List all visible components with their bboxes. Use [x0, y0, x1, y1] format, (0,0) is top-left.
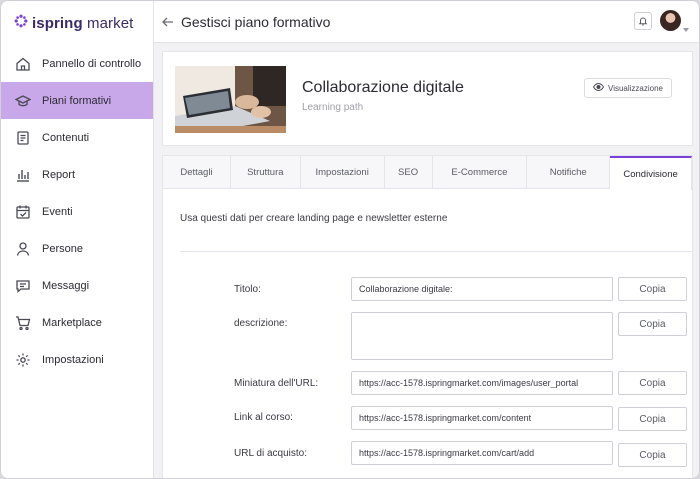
sidebar-item-piani-formativi[interactable]: Piani formativi: [1, 82, 153, 119]
sidebar-item-label: Contenuti: [42, 131, 90, 144]
ispring-logo-icon: [14, 14, 28, 33]
course-thumbnail: [175, 66, 286, 133]
copy-purchase-url-button[interactable]: Copia: [618, 443, 687, 467]
calendar-check-icon: [15, 204, 31, 220]
page-title: Gestisci piano formativo: [181, 13, 331, 30]
user-avatar[interactable]: [660, 10, 681, 31]
course-card: Collaborazione digitale Learning path Vi…: [162, 51, 693, 146]
course-link-label: Link al corso:: [234, 412, 293, 423]
copy-title-button[interactable]: Copia: [618, 277, 687, 301]
description-field[interactable]: [351, 312, 613, 360]
tab-condivisione[interactable]: Condivisione: [610, 156, 692, 190]
sidebar-item-label: Marketplace: [42, 316, 102, 329]
preview-button[interactable]: Visualizzazione: [584, 78, 672, 98]
sidebar-item-eventi[interactable]: Eventi: [1, 193, 153, 230]
course-link-field[interactable]: [351, 406, 613, 430]
purchase-url-label: URL di acquisto:: [234, 448, 307, 459]
sidebar-item-label: Messaggi: [42, 279, 90, 292]
back-arrow-icon[interactable]: [161, 15, 175, 29]
title-field[interactable]: [351, 277, 613, 301]
sidebar-item-pannello-di-controllo[interactable]: Pannello di controllo: [1, 45, 153, 82]
course-title: Collaborazione digitale: [302, 79, 464, 96]
cart-icon: [15, 315, 31, 331]
purchase-url-field[interactable]: [351, 441, 613, 465]
copy-course-link-button[interactable]: Copia: [618, 407, 687, 431]
copy-thumbnail-url-button[interactable]: Copia: [618, 371, 687, 395]
gear-icon: [15, 352, 31, 368]
document-icon: [15, 130, 31, 146]
chevron-down-icon[interactable]: [683, 19, 689, 32]
sidebar-item-label: Persone: [42, 242, 83, 255]
sidebar-item-label: Pannello di controllo: [42, 57, 142, 70]
sharing-intro-text: Usa questi dati per creare landing page …: [180, 213, 448, 224]
logo[interactable]: ispring market: [14, 13, 133, 33]
sidebar-item-marketplace[interactable]: Marketplace: [1, 304, 153, 341]
sidebar-item-messaggi[interactable]: Messaggi: [1, 267, 153, 304]
app-window: ispring market Pannello di controllo Pia…: [0, 0, 700, 479]
tab-notifiche[interactable]: Notifiche: [527, 156, 611, 189]
copy-description-button[interactable]: Copia: [618, 312, 687, 336]
tab-dettagli[interactable]: Dettagli: [163, 156, 231, 189]
eye-icon: [592, 82, 605, 93]
sidebar-item-contenuti[interactable]: Contenuti: [1, 119, 153, 156]
thumbnail-url-label: Miniatura dell'URL:: [234, 378, 319, 389]
title-label: Titolo:: [234, 284, 261, 295]
sidebar-nav: Pannello di controllo Piani formativi Co…: [1, 45, 153, 378]
tab-struttura[interactable]: Struttura: [231, 156, 301, 189]
top-header: Gestisci piano formativo: [154, 1, 699, 43]
sidebar-item-label: Impostazioni: [42, 353, 104, 366]
logo-text: ispring market: [32, 14, 134, 32]
tab-e-commerce[interactable]: E-Commerce: [433, 156, 528, 189]
notifications-bell-icon[interactable]: [634, 12, 652, 30]
course-type: Learning path: [302, 102, 364, 113]
sidebar-item-impostazioni[interactable]: Impostazioni: [1, 341, 153, 378]
home-icon: [15, 56, 31, 72]
graduation-cap-icon: [15, 93, 31, 109]
bar-chart-icon: [15, 167, 31, 183]
description-label: descrizione:: [234, 318, 288, 329]
tab-seo[interactable]: SEO: [385, 156, 433, 189]
sharing-panel: Dettagli Struttura Impostazioni SEO E-Co…: [162, 155, 693, 478]
thumbnail-url-field[interactable]: [351, 371, 613, 395]
sidebar-item-persone[interactable]: Persone: [1, 230, 153, 267]
sidebar-item-label: Piani formativi: [42, 94, 112, 107]
tab-impostazioni[interactable]: Impostazioni: [301, 156, 385, 189]
message-icon: [15, 278, 31, 294]
sidebar-item-report[interactable]: Report: [1, 156, 153, 193]
sidebar-item-label: Eventi: [42, 205, 73, 218]
divider: [180, 251, 692, 252]
person-icon: [15, 241, 31, 257]
preview-button-label: Visualizzazione: [608, 83, 663, 93]
sidebar-item-label: Report: [42, 168, 76, 181]
sidebar: ispring market Pannello di controllo Pia…: [1, 1, 154, 478]
tab-bar: Dettagli Struttura Impostazioni SEO E-Co…: [163, 156, 692, 190]
